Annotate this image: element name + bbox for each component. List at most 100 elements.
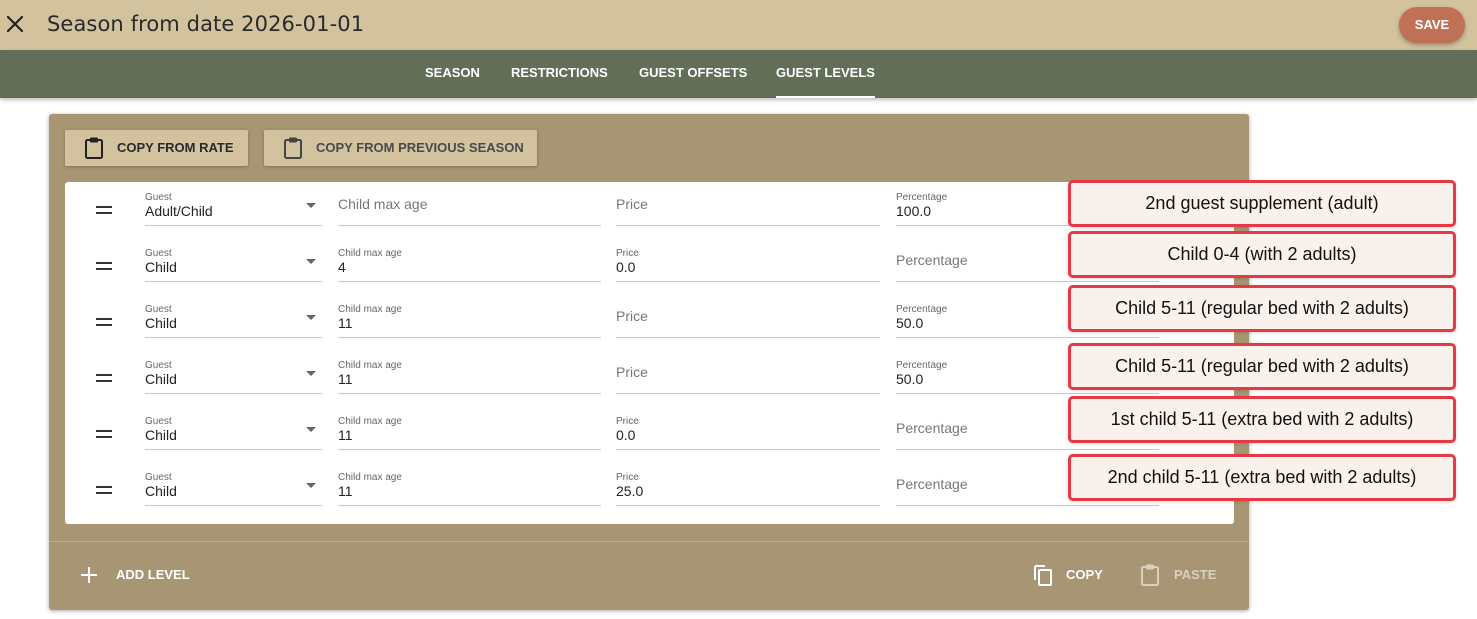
clipboard-icon — [282, 136, 304, 160]
clipboard-icon — [1139, 563, 1161, 587]
dropdown-arrow-icon — [306, 203, 316, 208]
guest-select[interactable]: Guest Child — [145, 406, 322, 450]
tab-bar: SEASON RESTRICTIONS GUEST OFFSETS GUEST … — [0, 50, 1477, 98]
percentage-label: Percentage — [896, 192, 948, 203]
tab-restrictions[interactable]: RESTRICTIONS — [511, 50, 608, 98]
annotation-callout: Child 5-11 (regular bed with 2 adults) — [1068, 285, 1456, 332]
copy-from-rate-button[interactable]: COPY FROM RATE — [65, 130, 248, 166]
child-max-age-value: 11 — [338, 315, 353, 331]
price-value: 25.0 — [616, 483, 644, 499]
percentage-value: 50.0 — [896, 371, 924, 387]
guest-value: Child — [145, 371, 177, 387]
copy-label: COPY — [1066, 567, 1103, 582]
guest-label: Guest — [145, 192, 172, 203]
price-label: Price — [616, 248, 639, 259]
child-max-age-placeholder: Child max age — [338, 196, 428, 212]
child-max-age-field[interactable]: Child max age 11 — [338, 294, 601, 338]
dropdown-arrow-icon — [306, 427, 316, 432]
dropdown-arrow-icon — [306, 371, 316, 376]
annotation-callout: Child 0-4 (with 2 adults) — [1068, 231, 1456, 278]
percentage-placeholder: Percentage — [896, 420, 968, 436]
tab-season[interactable]: SEASON — [425, 50, 480, 98]
dropdown-arrow-icon — [306, 483, 316, 488]
price-placeholder: Price — [616, 364, 648, 380]
price-field[interactable]: Price 0.0 — [616, 406, 880, 450]
plus-icon — [81, 567, 97, 583]
card-divider — [49, 541, 1249, 542]
child-max-age-field[interactable]: Child max age 4 — [338, 238, 601, 282]
copy-from-previous-season-button[interactable]: COPY FROM PREVIOUS SEASON — [264, 130, 537, 166]
page-title: Season from date 2026-01-01 — [47, 12, 365, 36]
guest-label: Guest — [145, 248, 172, 259]
copy-from-rate-label: COPY FROM RATE — [117, 140, 234, 155]
level-row: Guest Child Child max age 4 Price 0.0 Pe… — [65, 238, 1234, 294]
guest-value: Child — [145, 315, 177, 331]
drag-handle-icon[interactable] — [96, 430, 112, 438]
price-field[interactable]: Price 25.0 — [616, 462, 880, 506]
drag-handle-icon[interactable] — [96, 206, 112, 214]
percentage-placeholder: Percentage — [896, 476, 968, 492]
child-max-age-value: 11 — [338, 427, 353, 443]
price-field[interactable]: Price — [616, 350, 880, 394]
guest-levels-list: Guest Adult/Child Child max age Price Pe… — [65, 182, 1234, 524]
annotation-callout: 2nd guest supplement (adult) — [1068, 180, 1456, 227]
child-max-age-field[interactable]: Child max age — [338, 182, 601, 226]
drag-handle-icon[interactable] — [96, 486, 112, 494]
level-row: Guest Child Child max age 11 Price Perce… — [65, 294, 1234, 350]
price-field[interactable]: Price — [616, 294, 880, 338]
child-max-age-label: Child max age — [338, 304, 402, 315]
annotation-callout: Child 5-11 (regular bed with 2 adults) — [1068, 343, 1456, 390]
tab-guest-offsets[interactable]: GUEST OFFSETS — [639, 50, 747, 98]
child-max-age-field[interactable]: Child max age 11 — [338, 350, 601, 394]
close-icon[interactable] — [4, 13, 26, 35]
dropdown-arrow-icon — [306, 259, 316, 264]
percentage-value: 50.0 — [896, 315, 924, 331]
child-max-age-value: 11 — [338, 371, 353, 387]
level-row: Guest Child Child max age 11 Price Perce… — [65, 350, 1234, 406]
drag-handle-icon[interactable] — [96, 318, 112, 326]
app-header: Season from date 2026-01-01 SAVE — [0, 0, 1477, 50]
level-row: Guest Child Child max age 11 Price 0.0 P… — [65, 406, 1234, 462]
annotation-callout: 1st child 5-11 (extra bed with 2 adults) — [1068, 396, 1456, 443]
guest-select[interactable]: Guest Adult/Child — [145, 182, 322, 226]
child-max-age-label: Child max age — [338, 472, 402, 483]
drag-handle-icon[interactable] — [96, 262, 112, 270]
guest-value: Child — [145, 427, 177, 443]
child-max-age-field[interactable]: Child max age 11 — [338, 406, 601, 450]
level-row: Guest Adult/Child Child max age Price Pe… — [65, 182, 1234, 238]
copy-icon — [1031, 563, 1053, 587]
guest-value: Child — [145, 259, 177, 275]
guest-select[interactable]: Guest Child — [145, 350, 322, 394]
guest-select[interactable]: Guest Child — [145, 238, 322, 282]
price-label: Price — [616, 416, 639, 427]
drag-handle-icon[interactable] — [96, 374, 112, 382]
add-level-label: ADD LEVEL — [116, 567, 190, 582]
save-button[interactable]: SAVE — [1399, 7, 1465, 43]
percentage-label: Percentage — [896, 304, 948, 315]
annotation-callout: 2nd child 5-11 (extra bed with 2 adults) — [1068, 454, 1456, 501]
guest-value: Child — [145, 483, 177, 499]
guest-label: Guest — [145, 416, 172, 427]
price-label: Price — [616, 472, 639, 483]
price-field[interactable]: Price 0.0 — [616, 238, 880, 282]
guest-select[interactable]: Guest Child — [145, 462, 322, 506]
clipboard-icon — [83, 136, 105, 160]
tab-guest-levels[interactable]: GUEST LEVELS — [776, 50, 875, 98]
percentage-placeholder: Percentage — [896, 252, 968, 268]
paste-label: PASTE — [1174, 567, 1217, 582]
dropdown-arrow-icon — [306, 315, 316, 320]
price-value: 0.0 — [616, 259, 636, 275]
guest-select[interactable]: Guest Child — [145, 294, 322, 338]
child-max-age-field[interactable]: Child max age 11 — [338, 462, 601, 506]
price-value: 0.0 — [616, 427, 636, 443]
guest-value: Adult/Child — [145, 203, 213, 219]
child-max-age-value: 4 — [338, 259, 346, 275]
guest-label: Guest — [145, 304, 172, 315]
percentage-label: Percentage — [896, 360, 948, 371]
copy-from-previous-season-label: COPY FROM PREVIOUS SEASON — [316, 140, 524, 155]
price-field[interactable]: Price — [616, 182, 880, 226]
price-placeholder: Price — [616, 196, 648, 212]
child-max-age-label: Child max age — [338, 248, 402, 259]
price-placeholder: Price — [616, 308, 648, 324]
percentage-value: 100.0 — [896, 203, 932, 219]
